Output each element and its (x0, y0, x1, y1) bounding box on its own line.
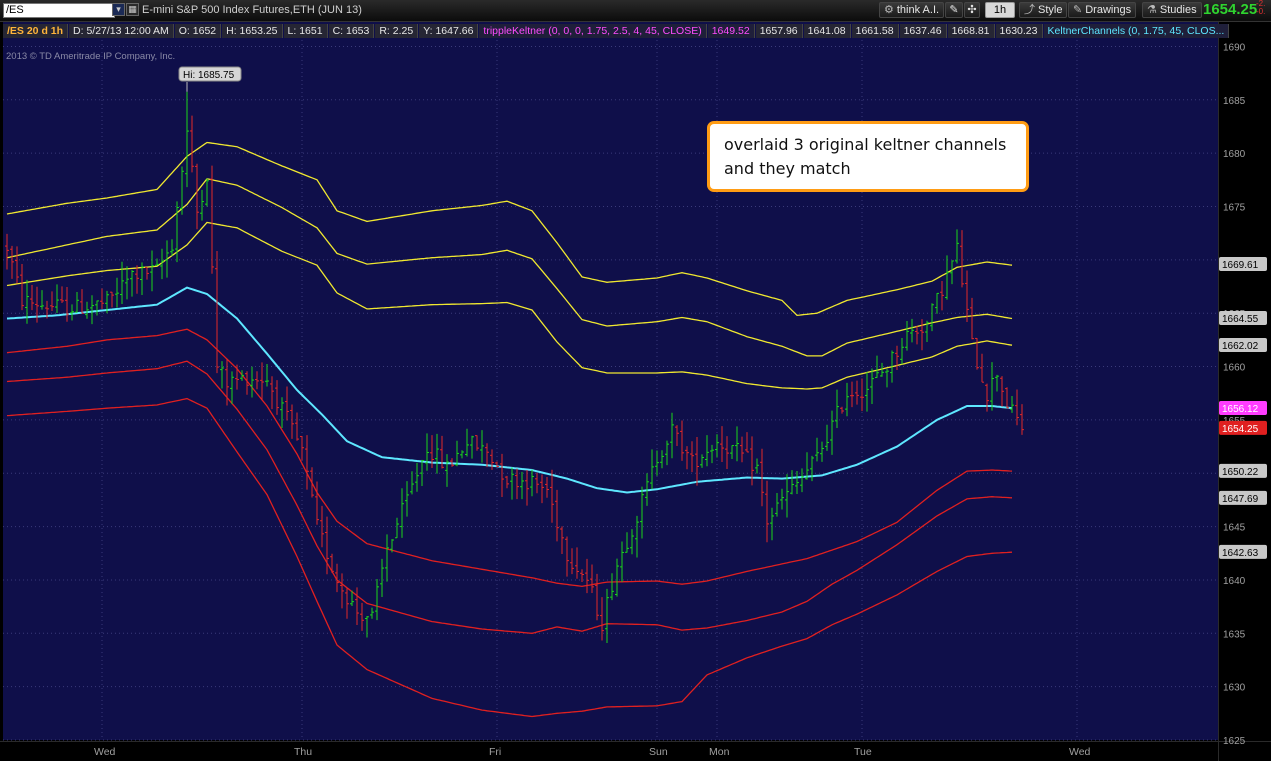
tk-value: 1637.46 (899, 24, 947, 38)
price-label-text: 1669.61 (1222, 260, 1259, 271)
price-label-text: 1642.63 (1222, 548, 1259, 559)
status-open: O: 1652 (174, 24, 222, 38)
status-date: D: 5/27/13 12:00 AM (69, 24, 174, 38)
y-tick-label: 1640 (1223, 576, 1246, 587)
tk-value: 1661.58 (851, 24, 899, 38)
annotation-line-1: overlaid 3 original keltner channels (724, 135, 1007, 154)
price-label-text: 1656.12 (1222, 404, 1259, 415)
status-low: L: 1651 (283, 24, 328, 38)
y-tick-label: 1625 (1223, 736, 1246, 747)
y-tick-label: 1680 (1223, 149, 1246, 160)
status-symbol-period: /ES 20 d 1h (3, 24, 69, 38)
x-tick-label: Fri (489, 746, 501, 758)
hi-bubble-label: Hi: 1685.75 (183, 70, 235, 81)
keltner-midline (6, 286, 1013, 494)
upper-keltner-band (6, 178, 1013, 357)
tk-value: 1630.23 (995, 24, 1043, 38)
upper-keltner-band (6, 221, 1013, 390)
y-tick-label: 1685 (1223, 96, 1246, 107)
tk-value: 1668.81 (947, 24, 995, 38)
price-label-text: 1664.55 (1222, 314, 1259, 325)
y-tick-label: 1675 (1223, 203, 1246, 214)
x-tick-label: Wed (1069, 746, 1091, 758)
status-bar: /ES 20 d 1h D: 5/27/13 12:00 AM O: 1652 H: … (3, 24, 1230, 39)
price-label-text: 1654.25 (1222, 424, 1259, 435)
status-y: Y: 1647.66 (419, 24, 479, 38)
y-tick-label: 1635 (1223, 629, 1246, 640)
x-tick-label: Wed (94, 746, 116, 758)
x-tick-label: Thu (294, 746, 312, 758)
status-close: C: 1653 (328, 24, 375, 38)
price-chart[interactable]: Hi: 1685.7516251630163516401645165016551… (0, 0, 1271, 761)
study-tripple-keltner[interactable]: trippleKeltner (0, 0, 0, 1.75, 2.5, 4, 4… (479, 24, 707, 38)
y-tick-label: 1630 (1223, 683, 1246, 694)
tk-value: 1657.96 (755, 24, 803, 38)
annotation-note[interactable]: overlaid 3 original keltner channels and… (707, 121, 1029, 192)
y-tick-label: 1645 (1223, 523, 1246, 534)
y-tick-label: 1660 (1223, 363, 1246, 374)
price-label-text: 1647.69 (1222, 494, 1259, 505)
x-tick-label: Mon (709, 746, 730, 758)
study-keltner-channels[interactable]: KeltnerChannels (0, 1.75, 45, CLOS... (1043, 24, 1230, 38)
y-tick-label: 1690 (1223, 42, 1246, 53)
price-label-text: 1662.02 (1222, 341, 1259, 352)
tk-value: 1641.08 (803, 24, 851, 38)
price-label-text: 1650.22 (1222, 467, 1259, 478)
status-range: R: 2.25 (375, 24, 419, 38)
x-tick-label: Sun (649, 746, 668, 758)
tk-value: 1649.52 (707, 24, 755, 38)
lower-keltner-band (6, 360, 1013, 634)
lower-keltner-band (6, 397, 1013, 718)
copyright-text: 2013 © TD Ameritrade IP Company, Inc. (6, 51, 176, 62)
annotation-line-2: and they match (724, 159, 851, 178)
x-tick-label: Tue (854, 746, 872, 758)
lower-keltner-band (6, 328, 1013, 588)
status-high: H: 1653.25 (222, 24, 283, 38)
